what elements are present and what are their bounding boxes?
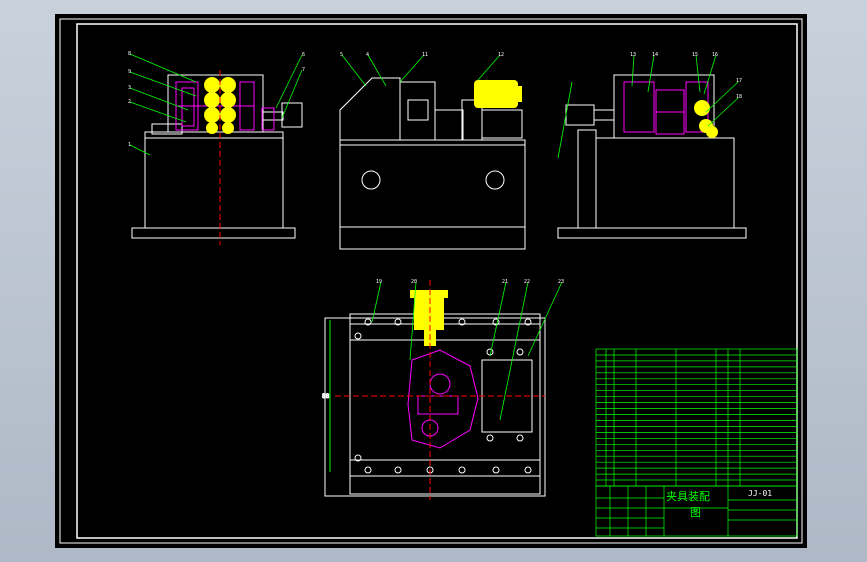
callout-13: 13	[630, 52, 636, 58]
callout-22: 22	[524, 279, 530, 285]
callout-14: 14	[652, 52, 658, 58]
callout-8: 8	[128, 51, 131, 57]
drawing-title-line2: 图	[690, 506, 701, 519]
callout-16: 16	[712, 52, 718, 58]
drawing-title: 夹具装配	[666, 490, 710, 503]
callout-19: 19	[376, 279, 382, 285]
callout-7: 7	[302, 67, 305, 73]
callout-11: 11	[422, 52, 428, 58]
callout-12: 12	[498, 52, 504, 58]
callout-23: 23	[558, 279, 564, 285]
drawing-canvas[interactable]: 88 8 9 3 2 1 6 7 5 4 11 12 13 14 15 16 1…	[0, 0, 867, 562]
callout-20: 20	[411, 279, 417, 285]
callout-17: 17	[736, 78, 742, 84]
drawing-code: JJ-01	[748, 489, 772, 498]
callout-3: 3	[128, 85, 131, 91]
callout-4: 4	[366, 52, 369, 58]
callout-2: 2	[128, 99, 131, 105]
dimension-value: 88	[322, 393, 330, 400]
callout-5: 5	[340, 52, 343, 58]
cad-viewport[interactable]: 88 8 9 3 2 1 6 7 5 4 11 12 13 14 15 16 1…	[0, 0, 867, 562]
callout-9: 9	[128, 69, 131, 75]
callout-15: 15	[692, 52, 698, 58]
callout-21: 21	[502, 279, 508, 285]
callout-1: 1	[128, 142, 131, 148]
callout-18: 18	[736, 94, 742, 100]
callout-6: 6	[302, 52, 305, 58]
side-highlight-cylinder	[474, 80, 522, 108]
